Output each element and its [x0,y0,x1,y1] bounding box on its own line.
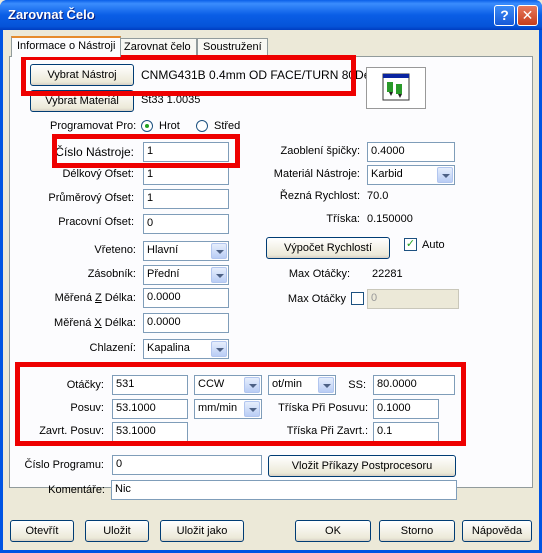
post-processor-button[interactable]: Vložit Příkazy Postprocesoru [268,455,456,477]
chip-label: Tříska: [326,213,360,225]
x-length-field[interactable]: 0.0000 [143,313,229,333]
radio-tip-label: Hrot [159,120,180,132]
z-length-field[interactable]: 0.0000 [143,288,229,308]
magazine-label: Zásobník: [87,268,136,280]
tab-facing[interactable]: Zarovnat čelo [118,38,197,56]
program-number-label: Číslo Programu: [24,459,104,471]
z-length-label: Měřená Z Délka: [54,292,136,304]
max-rpm2-label: Max Otáčky [287,293,346,305]
chevron-down-icon[interactable] [211,341,227,357]
coolant-value: Kapalina [147,342,190,354]
comment-field[interactable]: Nic [111,480,457,500]
open-button[interactable]: Otevřít [10,520,74,542]
tool-graphic-icon[interactable] [366,67,426,109]
help-title-button[interactable]: ? [494,5,515,26]
cutting-speed-label: Řezná Rychlost: [279,190,360,202]
program-for-label: Programovat Pro: [50,120,137,132]
chip-value: 0.150000 [367,213,413,225]
window-title: Zarovnat Čelo [8,7,95,22]
x-length-label: Měřená X Délka: [54,317,136,329]
max-rpm-checkbox[interactable] [351,292,364,305]
save-button[interactable]: Uložit [85,520,149,542]
length-offset-label: Délkový Ofset: [62,168,134,180]
radio-center-label: Střed [214,120,241,132]
work-offset-field[interactable]: 0 [143,214,229,234]
help-button[interactable]: Nápověda [462,520,532,542]
tip-radius-field[interactable]: 0.4000 [367,142,455,162]
cancel-button[interactable]: Storno [379,520,455,542]
close-button[interactable]: ✕ [517,5,538,26]
tool-material-select[interactable]: Karbid [367,165,455,185]
radio-center[interactable] [196,120,208,132]
calc-speed-button[interactable]: Výpočet Rychlostí [266,237,390,259]
dialog-window: Zarovnat Čelo ? ✕ Informace o Nástroji Z… [0,0,542,553]
radio-tip[interactable] [141,120,153,132]
length-offset-field[interactable]: 1 [143,165,229,185]
dialog-body: Informace o Nástroji Zarovnat čelo Soust… [3,30,539,550]
auto-checkbox[interactable]: ✓ [404,238,417,251]
comment-label: Komentáře: [48,484,105,496]
chevron-down-icon[interactable] [211,267,227,283]
magazine-select[interactable]: Přední [143,265,229,285]
ok-button[interactable]: OK [295,520,371,542]
tab-turning[interactable]: Soustružení [197,38,268,56]
auto-label: Auto [422,239,445,251]
max-rpm-value: 22281 [372,268,403,280]
chevron-down-icon[interactable] [437,167,453,183]
diameter-offset-label: Průměrový Ofset: [48,192,134,204]
tool-material-label: Materiál Nástroje: [273,168,360,180]
program-number-field[interactable]: 0 [112,455,262,475]
tip-radius-label: Zaoblení špičky: [280,145,360,157]
title-bar[interactable]: Zarovnat Čelo ? ✕ [0,0,542,30]
chevron-down-icon[interactable] [211,243,227,259]
save-as-button[interactable]: Uložit jako [160,520,244,542]
coolant-select[interactable]: Kapalina [143,339,229,359]
spindle-value: Hlavní [147,244,179,256]
tool-material-value: Karbid [371,168,403,180]
highlight-tool-selection [21,55,356,96]
spindle-label: Vřeteno: [94,244,136,256]
cutting-speed-value: 70.0 [367,190,389,202]
magazine-value: Přední [147,268,180,280]
coolant-label: Chlazení: [89,342,136,354]
work-offset-label: Pracovní Ofset: [58,216,134,228]
highlight-speeds-feeds [15,362,466,446]
tab-tool-info[interactable]: Informace o Nástroji [11,36,122,57]
spindle-select[interactable]: Hlavní [143,241,229,261]
max-rpm-label: Max Otáčky: [288,268,350,280]
highlight-tool-number [52,134,240,168]
diameter-offset-field[interactable]: 1 [143,189,229,209]
max-rpm-field[interactable]: 0 [367,289,459,309]
